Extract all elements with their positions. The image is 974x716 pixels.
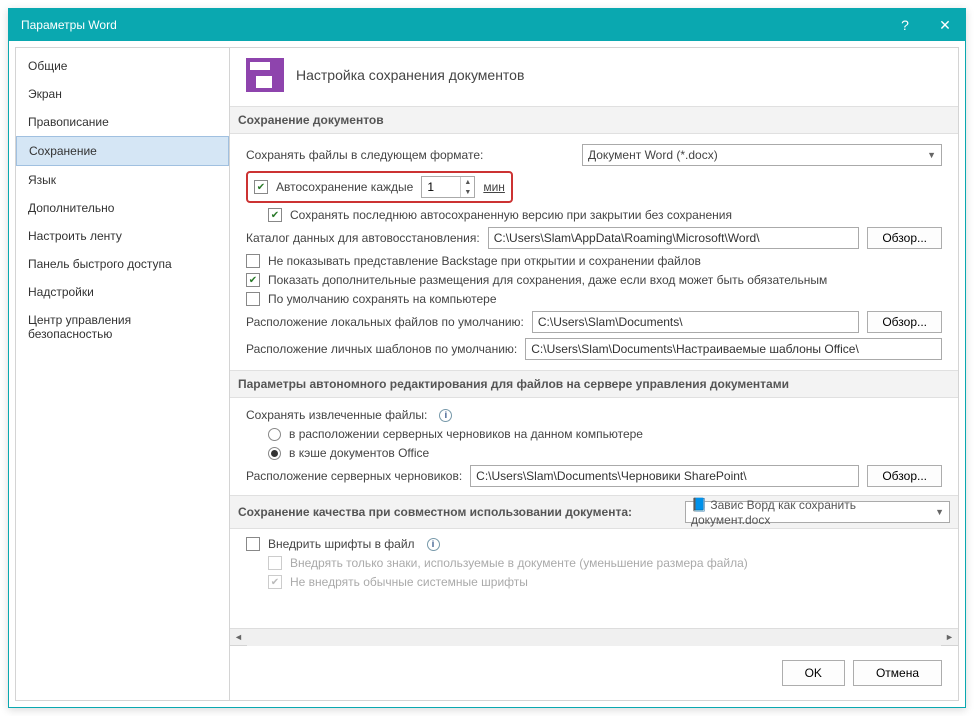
sidebar-item-qat[interactable]: Панель быстрого доступа	[16, 250, 229, 278]
info-icon[interactable]: i	[427, 538, 440, 551]
help-button[interactable]: ?	[885, 9, 925, 41]
embed-chars-checkbox	[268, 556, 282, 570]
ok-button[interactable]: OK	[782, 660, 845, 686]
save-format-select[interactable]: Документ Word (*.docx) ▼	[582, 144, 942, 166]
server-drafts-label: в расположении серверных черновиков на д…	[289, 427, 643, 441]
content-pane: Настройка сохранения документов Сохранен…	[230, 48, 958, 628]
word-doc-icon: 📘	[691, 497, 707, 513]
embed-fonts-checkbox[interactable]	[246, 537, 260, 551]
no-system-fonts-label: Не внедрять обычные системные шрифты	[290, 575, 528, 589]
chevron-down-icon: ▼	[927, 150, 936, 160]
section-save-documents: Сохранение документов	[230, 106, 958, 134]
server-drafts-radio[interactable]	[268, 428, 281, 441]
format-label: Сохранять файлы в следующем формате:	[246, 148, 483, 162]
checkout-files-label: Сохранять извлеченные файлы:	[246, 408, 427, 422]
chevron-down-icon: ▼	[935, 507, 944, 517]
autosave-label: Автосохранение каждые	[276, 180, 413, 194]
templates-path-input[interactable]	[525, 338, 942, 360]
local-files-path-input[interactable]	[532, 311, 859, 333]
autorecover-location-label: Каталог данных для автовосстановления:	[246, 231, 480, 245]
sidebar-item-proofing[interactable]: Правописание	[16, 108, 229, 136]
sidebar-item-save[interactable]: Сохранение	[16, 136, 229, 166]
spinner-up[interactable]: ▲	[460, 177, 474, 187]
info-icon[interactable]: i	[439, 409, 452, 422]
server-drafts-location-label: Расположение серверных черновиков:	[246, 469, 462, 483]
spinner-down[interactable]: ▼	[460, 187, 474, 197]
keep-last-autosaved-label: Сохранять последнюю автосохраненную верс…	[290, 208, 732, 222]
cancel-button[interactable]: Отмена	[853, 660, 942, 686]
no-backstage-checkbox[interactable]	[246, 254, 260, 268]
save-to-computer-label: По умолчанию сохранять на компьютере	[268, 292, 497, 306]
sidebar-item-trust[interactable]: Центр управления безопасностью	[16, 306, 229, 348]
browse-autorecover-button[interactable]: Обзор...	[867, 227, 942, 249]
autosave-highlight: Автосохранение каждые ▲▼ мин	[246, 171, 513, 203]
sidebar-item-addins[interactable]: Надстройки	[16, 278, 229, 306]
save-to-computer-checkbox[interactable]	[246, 292, 260, 306]
fidelity-document-select[interactable]: 📘 Завис Ворд как сохранить документ.docx…	[685, 501, 950, 523]
sidebar-nav: Общие Экран Правописание Сохранение Язык…	[15, 47, 230, 701]
scroll-right-arrow[interactable]: ►	[941, 629, 958, 646]
sidebar-item-language[interactable]: Язык	[16, 166, 229, 194]
autosave-checkbox[interactable]	[254, 180, 268, 194]
options-dialog: Параметры Word ? ✕ Общие Экран Правописа…	[8, 8, 966, 708]
server-drafts-path-input[interactable]	[470, 465, 859, 487]
show-additional-places-label: Показать дополнительные размещения для с…	[268, 273, 827, 287]
section-fidelity: Сохранение качества при совместном испол…	[230, 495, 958, 529]
autosave-interval-input[interactable]	[422, 177, 460, 197]
embed-chars-label: Внедрять только знаки, используемые в до…	[290, 556, 748, 570]
browse-server-drafts-button[interactable]: Обзор...	[867, 465, 942, 487]
sidebar-item-ribbon[interactable]: Настроить ленту	[16, 222, 229, 250]
browse-local-files-button[interactable]: Обзор...	[867, 311, 942, 333]
dialog-footer: OK Отмена	[230, 645, 958, 700]
titlebar: Параметры Word ? ✕	[9, 9, 965, 41]
sidebar-item-general[interactable]: Общие	[16, 52, 229, 80]
autosave-interval-spinner[interactable]: ▲▼	[421, 176, 475, 198]
sidebar-item-advanced[interactable]: Дополнительно	[16, 194, 229, 222]
close-button[interactable]: ✕	[925, 9, 965, 41]
office-cache-label: в кэше документов Office	[289, 446, 429, 460]
autorecover-path-input[interactable]	[488, 227, 860, 249]
autosave-unit: мин	[483, 180, 505, 194]
section-offline-editing: Параметры автономного редактирования для…	[230, 370, 958, 398]
page-title: Настройка сохранения документов	[296, 67, 524, 83]
show-additional-places-checkbox[interactable]	[246, 273, 260, 287]
no-system-fonts-checkbox	[268, 575, 282, 589]
local-files-location-label: Расположение локальных файлов по умолчан…	[246, 315, 524, 329]
sidebar-item-display[interactable]: Экран	[16, 80, 229, 108]
scroll-left-arrow[interactable]: ◄	[230, 629, 247, 646]
horizontal-scrollbar[interactable]: ◄ ►	[230, 628, 958, 645]
office-cache-radio[interactable]	[268, 447, 281, 460]
window-title: Параметры Word	[21, 18, 885, 32]
templates-location-label: Расположение личных шаблонов по умолчани…	[246, 342, 517, 356]
scroll-track[interactable]	[247, 629, 941, 646]
keep-last-autosaved-checkbox[interactable]	[268, 208, 282, 222]
embed-fonts-label: Внедрить шрифты в файл	[268, 537, 415, 551]
save-disk-icon	[246, 58, 284, 92]
no-backstage-label: Не показывать представление Backstage пр…	[268, 254, 701, 268]
